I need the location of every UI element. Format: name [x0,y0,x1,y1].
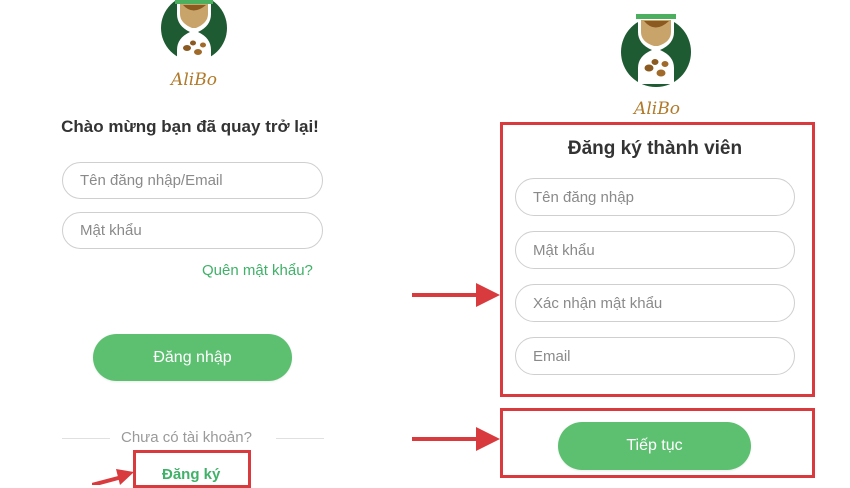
page-title: Chào mừng bạn đã quay trở lại! [61,117,319,136]
red-arrow-icon [412,283,500,307]
login-button[interactable]: Đăng nhập [93,334,292,381]
brand-name: AliBo [171,70,217,90]
forgot-password-link[interactable]: Quên mật khẩu? [202,262,313,279]
red-arrow-icon [412,427,500,451]
password-input[interactable]: Mật khẩu [62,212,323,249]
divider-right [276,438,324,439]
brand-name: AliBo [634,99,680,119]
continue-button[interactable]: Tiếp tục [558,422,751,470]
email-input[interactable]: Email [515,337,795,375]
alibo-logo-icon [618,12,698,90]
password-input[interactable]: Mật khẩu [515,231,795,269]
alibo-logo-icon [157,0,237,70]
page-title: Đăng ký thành viên [567,138,743,159]
divider-left [62,438,110,439]
confirm-password-input[interactable]: Xác nhận mật khẩu [515,284,795,322]
no-account-text: Chưa có tài khoản? [121,429,252,446]
username-input[interactable]: Tên đăng nhập [515,178,795,216]
red-arrow-icon [92,469,134,485]
username-input[interactable]: Tên đăng nhập/Email [62,162,323,199]
register-link[interactable]: Đăng ký [162,466,220,483]
